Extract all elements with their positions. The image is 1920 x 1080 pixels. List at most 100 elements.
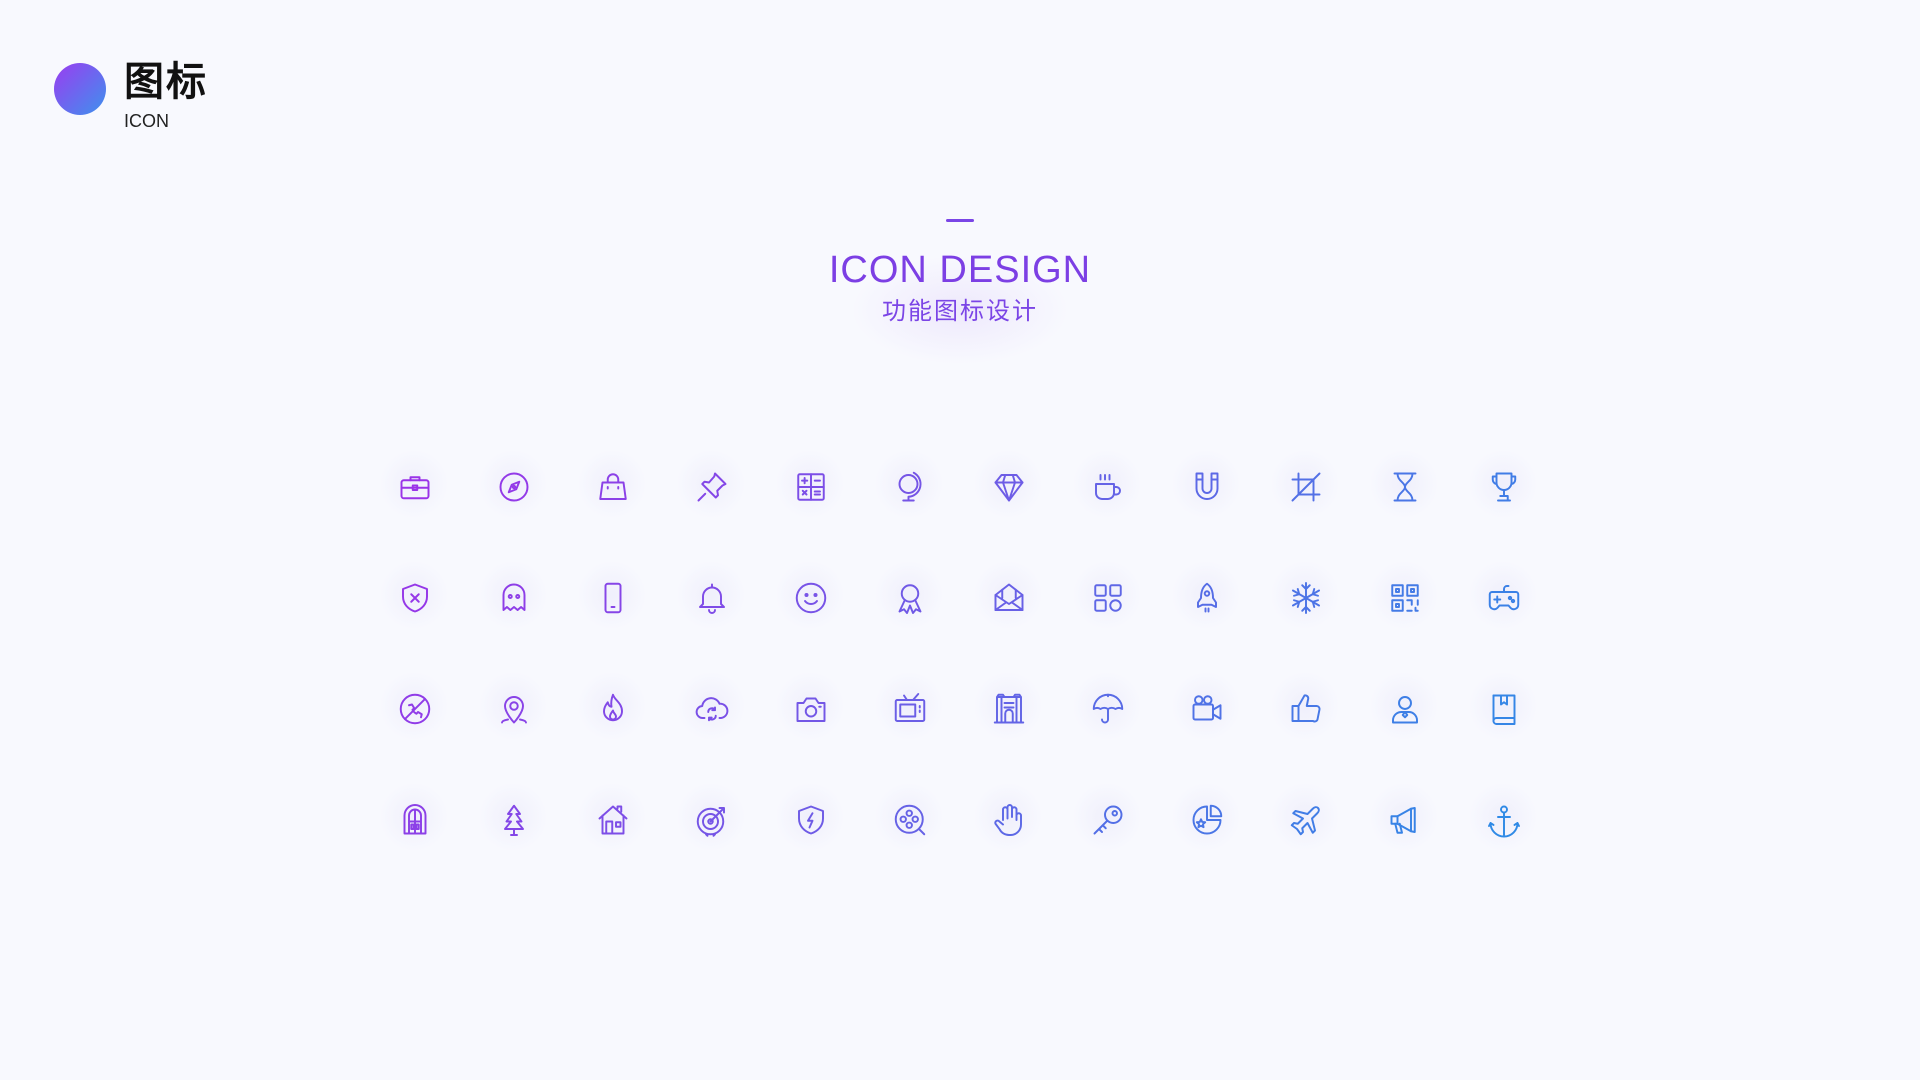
pie-star-icon — [1192, 804, 1222, 834]
open-envelope-icon — [994, 583, 1023, 611]
icon-cell — [1157, 542, 1256, 653]
brand-subtitle: ICON — [124, 111, 169, 131]
brand-logo-dot — [54, 63, 106, 115]
icon-cell — [662, 542, 761, 653]
icon-cell — [662, 764, 761, 875]
rocket-icon — [1196, 582, 1217, 612]
icon-cell — [563, 653, 662, 764]
gamepad-icon — [1488, 584, 1519, 610]
icon-cell — [1058, 653, 1157, 764]
diamond-icon — [994, 473, 1023, 501]
icon-cell — [464, 764, 563, 875]
house-icon — [598, 805, 627, 834]
icon-cell — [563, 542, 662, 653]
icon-cell — [860, 764, 959, 875]
icon-cell — [1058, 764, 1157, 875]
brand-header: 图标 ICON — [54, 58, 208, 132]
calculator-icon — [796, 472, 825, 501]
icon-cell — [464, 653, 563, 764]
icon-cell — [860, 653, 959, 764]
icon-cell — [860, 542, 959, 653]
icon-cell — [1355, 653, 1454, 764]
icon-cell — [563, 431, 662, 542]
pin-icon — [697, 472, 726, 501]
shield-x-icon — [401, 583, 428, 612]
icon-cell — [761, 431, 860, 542]
icon-cell — [959, 764, 1058, 875]
film-reel-icon — [894, 804, 925, 835]
key-icon — [1093, 805, 1122, 834]
target-arrow-icon — [696, 806, 725, 837]
section-title: ICON DESIGN — [828, 249, 1092, 291]
icon-cell — [365, 764, 464, 875]
icon-cell — [761, 542, 860, 653]
pine-tree-icon — [503, 804, 524, 836]
icon-cell — [1058, 431, 1157, 542]
bell-icon — [698, 583, 725, 614]
icon-cell — [1454, 542, 1553, 653]
section-heading: ICON DESIGN 功能图标设计 — [810, 200, 1110, 365]
icon-cell — [1355, 431, 1454, 542]
icon-grid — [365, 431, 1553, 875]
airplane-icon — [1290, 805, 1320, 835]
arched-door-icon — [403, 803, 426, 834]
flame-icon — [602, 693, 623, 721]
globe-icon — [898, 471, 922, 501]
brand-title: 图标 — [124, 59, 208, 105]
app-grid-icon — [1093, 583, 1122, 612]
icon-cell — [662, 653, 761, 764]
icon-cell — [959, 653, 1058, 764]
ghost-icon — [502, 583, 525, 611]
book-icon — [1492, 694, 1515, 725]
icon-cell — [1454, 431, 1553, 542]
shield-lightning-icon — [797, 805, 824, 834]
compass-icon — [499, 472, 528, 501]
icon-cell — [1157, 764, 1256, 875]
camera-icon — [796, 697, 825, 722]
icon-cell — [1256, 431, 1355, 542]
award-ribbon-icon — [898, 583, 921, 614]
crop-icon — [1291, 472, 1320, 501]
megaphone-icon — [1390, 806, 1416, 834]
tv-icon — [894, 692, 925, 722]
umbrella-icon — [1092, 693, 1123, 723]
no-phone-icon — [399, 693, 430, 724]
gate-icon — [993, 693, 1024, 723]
icon-cell — [761, 764, 860, 875]
briefcase-icon — [400, 475, 429, 499]
coffee-cup-icon — [1094, 473, 1121, 500]
anchor-icon — [1487, 805, 1520, 837]
smartphone-icon — [604, 582, 621, 613]
icon-cell — [365, 653, 464, 764]
snowflake-icon — [1291, 581, 1320, 614]
trophy-icon — [1491, 472, 1516, 501]
icon-cell — [1454, 653, 1553, 764]
icon-cell — [1355, 542, 1454, 653]
section-subtitle: 功能图标设计 — [882, 297, 1038, 325]
icon-cell — [959, 542, 1058, 653]
user-icon — [1391, 695, 1418, 723]
icon-cell — [860, 431, 959, 542]
icon-cell — [464, 431, 563, 542]
icon-cell — [1157, 653, 1256, 764]
heading-dash — [946, 219, 974, 222]
smiley-icon — [795, 582, 826, 613]
icon-cell — [464, 542, 563, 653]
thumbs-up-icon — [1291, 693, 1320, 722]
icon-cell — [959, 431, 1058, 542]
location-pin-icon — [500, 695, 527, 723]
icon-cell — [1256, 542, 1355, 653]
magnet-icon — [1195, 472, 1218, 500]
icon-cell — [1058, 542, 1157, 653]
icon-cell — [365, 431, 464, 542]
icon-cell — [662, 431, 761, 542]
video-camera-icon — [1192, 694, 1221, 720]
hand-icon — [993, 803, 1022, 836]
icon-cell — [365, 542, 464, 653]
icon-cell — [1256, 764, 1355, 875]
icon-cell — [563, 764, 662, 875]
icon-cell — [761, 653, 860, 764]
icon-cell — [1256, 653, 1355, 764]
handbag-icon — [598, 472, 627, 500]
qr-code-icon — [1390, 583, 1419, 612]
